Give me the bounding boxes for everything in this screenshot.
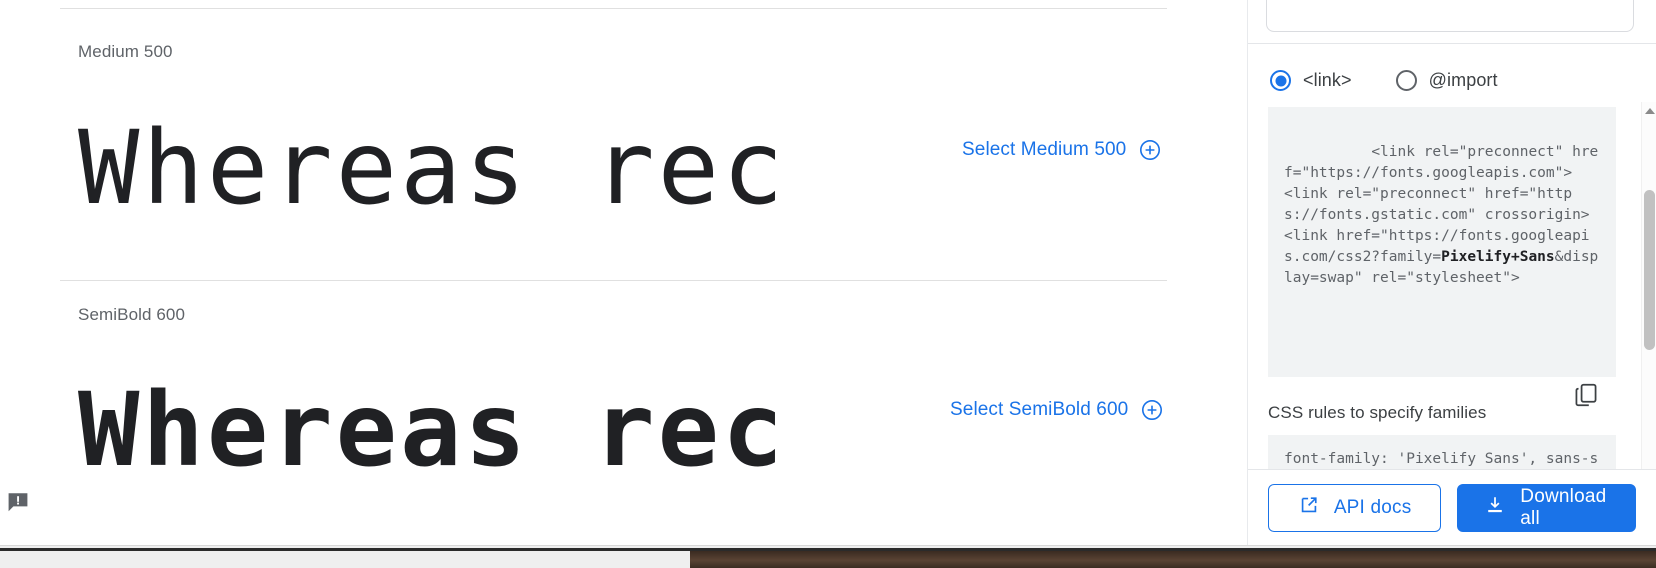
download-icon <box>1484 494 1506 522</box>
weight-label: SemiBold 600 <box>78 305 186 324</box>
api-docs-button[interactable]: API docs <box>1268 483 1442 532</box>
select-style-label: Select Medium 500 <box>962 139 1127 160</box>
select-style-label: Select SemiBold 600 <box>950 399 1129 420</box>
embed-option-import-label: @import <box>1428 70 1498 90</box>
radio-button-link-icon[interactable] <box>1270 70 1291 91</box>
plus-circle-icon[interactable] <box>1138 138 1162 162</box>
css-code-text: font-family: 'Pixelify Sans', sans-serif… <box>1284 451 1599 467</box>
drawer-footer: API docs Download all <box>1248 469 1656 545</box>
specimen-row-medium-500: Medium 500 Whereas rec Select Medium 500 <box>0 0 1247 262</box>
api-docs-label: API docs <box>1333 496 1412 518</box>
open-in-new-icon <box>1298 494 1320 522</box>
specimen-pane: Medium 500 Whereas rec Select Medium 500… <box>0 0 1247 545</box>
embed-method-radio-group: <link> @import <box>1268 62 1616 107</box>
google-fonts-specimen-page: Medium 500 Whereas rec Select Medium 500… <box>0 0 1656 568</box>
specimen-row-semibold-600: SemiBold 600 Whereas rec Select SemiBold… <box>0 262 1247 524</box>
select-style-link-semibold-600[interactable]: Select SemiBold 600 <box>950 398 1164 422</box>
weight-label: Medium 500 <box>78 42 173 61</box>
embed-option-import[interactable]: @import <box>1395 70 1498 91</box>
drawer-scrollbar[interactable] <box>1641 102 1656 469</box>
os-desktop-wallpaper-strip <box>690 551 1656 568</box>
drawer-body: <link> @import <link rel="preconnect" hr… <box>1248 44 1656 469</box>
select-style-link-medium-500[interactable]: Select Medium 500 <box>962 138 1162 162</box>
drawer-style-card-area: Add more styles Remove all <box>1248 0 1656 44</box>
sample-preview: Whereas rec <box>78 380 936 490</box>
download-all-button[interactable]: Download all <box>1457 483 1636 532</box>
feedback-exclamation-icon[interactable] <box>6 490 30 514</box>
embed-code-block[interactable]: <link rel="preconnect" href="https://fon… <box>1268 107 1616 407</box>
embed-code-prefix: <link rel="preconnect" href="https://fon… <box>1284 144 1599 265</box>
scrollbar-thumb[interactable] <box>1644 190 1655 350</box>
css-rules-section-label: CSS rules to specify families <box>1268 403 1487 422</box>
drawer-scroll-content: <link> @import <link rel="preconnect" hr… <box>1248 44 1656 469</box>
css-code-block[interactable]: font-family: 'Pixelify Sans', sans-serif… <box>1268 435 1616 469</box>
selected-style-card: Add more styles Remove all <box>1266 0 1634 32</box>
radio-button-import-icon[interactable] <box>1395 70 1417 91</box>
sample-text: Whereas rec <box>78 109 787 228</box>
embed-option-link[interactable]: <link> <box>1270 70 1352 91</box>
copy-icon[interactable] <box>1572 339 1602 407</box>
row-divider <box>60 8 1167 9</box>
embed-code-family: Pixelify+Sans <box>1441 249 1555 265</box>
sample-preview: Whereas rec <box>78 118 948 228</box>
embed-option-link-label: <link> <box>1303 70 1352 90</box>
scroll-up-arrow-icon[interactable] <box>1642 102 1656 119</box>
selected-families-drawer: Add more styles Remove all <link> @impor… <box>1247 0 1656 545</box>
plus-circle-icon[interactable] <box>1140 398 1164 422</box>
sample-text: Whereas rec <box>78 371 787 490</box>
download-all-label: Download all <box>1520 485 1607 529</box>
row-divider <box>60 280 1167 281</box>
